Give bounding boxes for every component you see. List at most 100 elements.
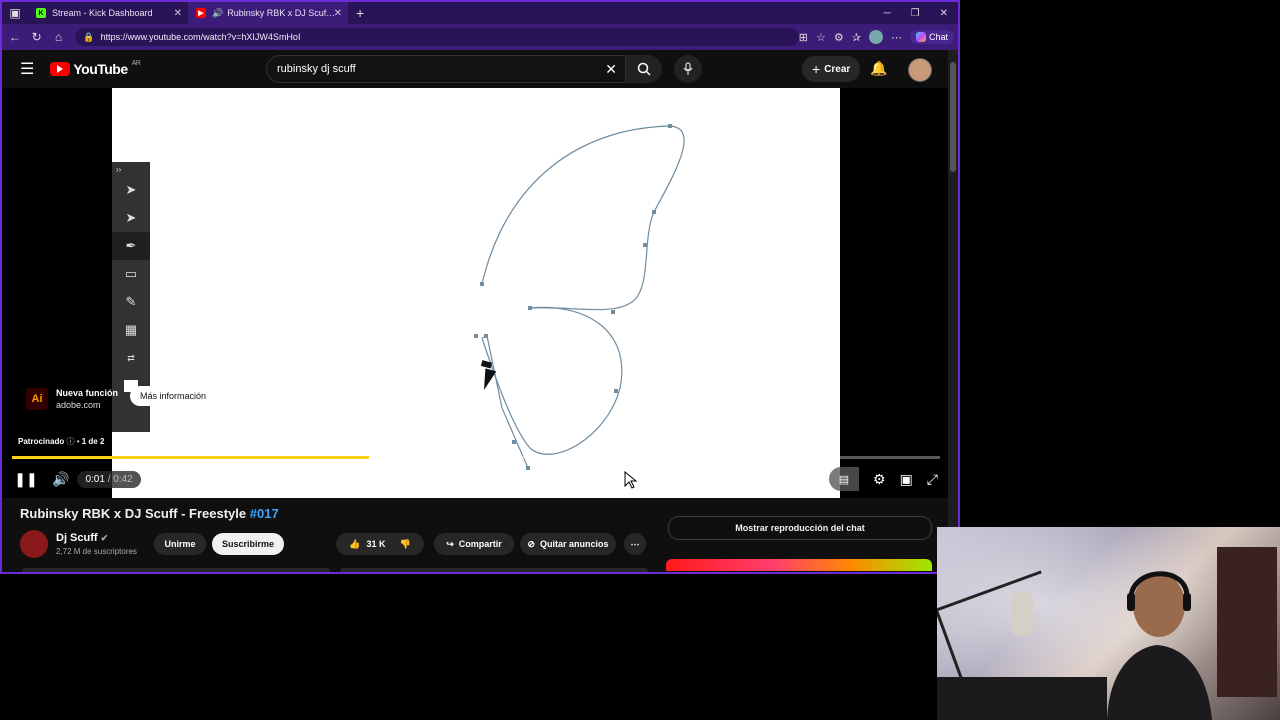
minimize-icon[interactable]: ─ — [884, 8, 891, 19]
webcam-shelf — [1217, 547, 1277, 697]
favorite-star-icon[interactable]: ☆ — [816, 31, 826, 44]
create-button[interactable]: + Crear — [802, 56, 861, 82]
join-button[interactable]: Unirme — [154, 533, 206, 555]
volume-icon[interactable]: 🔊 — [52, 471, 69, 488]
back-icon[interactable]: ← — [4, 30, 26, 44]
clear-search-icon[interactable]: ✕ — [605, 61, 617, 78]
suggestion-card[interactable] — [340, 568, 648, 572]
new-tab-button[interactable]: + — [356, 5, 364, 21]
home-icon[interactable]: ⌂ — [48, 30, 70, 44]
page-scrollbar[interactable] — [948, 50, 958, 570]
show-chat-replay-button[interactable]: Mostrar reproducción del chat — [668, 516, 932, 540]
copilot-icon — [915, 32, 926, 42]
selection-tool-icon: ›› — [116, 164, 122, 174]
site-info-icon[interactable]: 🔒 — [83, 32, 94, 43]
hashtag-link[interactable]: #017 — [250, 506, 279, 521]
webcam-person — [1107, 571, 1212, 720]
ad-title: Nueva función — [56, 388, 119, 398]
close-icon[interactable]: ✕ — [334, 8, 342, 19]
tab-actions-icon[interactable]: ▣ — [2, 6, 28, 20]
progress-bar[interactable] — [12, 456, 940, 459]
search-icon — [637, 62, 651, 76]
ad-info[interactable]: Ai Nueva función adobe.com — [26, 388, 118, 410]
channel-avatar[interactable] — [20, 530, 48, 558]
video-title: Rubinsky RBK x DJ Scuff - Freestyle #017 — [20, 506, 279, 521]
url-text: https://www.youtube.com/watch?v=hXIJW4Sm… — [100, 32, 301, 42]
address-bar-icons: ⊞ ☆ ⚙ ✰ ⋯ Chat — [799, 30, 958, 44]
fullscreen-icon[interactable]: ⤢ — [927, 471, 938, 488]
browser-window: ▣ K Stream - Kick Dashboard ✕ ▶ 🔊 Rubins… — [0, 0, 960, 574]
logo-text: YouTube — [73, 61, 128, 77]
pen-path-drawing — [474, 124, 685, 470]
copilot-chat-button[interactable]: Chat — [909, 30, 954, 44]
like-button[interactable]: 👍 31 K 👎 — [336, 533, 424, 555]
region-code: AR — [131, 59, 141, 67]
verified-icon: ✔ — [100, 533, 109, 543]
settings-gear-icon[interactable]: ⚙ — [873, 471, 886, 488]
close-window-icon[interactable]: ✕ — [940, 8, 948, 19]
youtube-logo[interactable]: YouTube AR — [50, 59, 141, 77]
duration: / 0:42 — [107, 473, 133, 485]
more-actions-icon[interactable]: ⋯ — [624, 533, 646, 555]
url-field[interactable]: 🔒 https://www.youtube.com/watch?v=hXIJW4… — [75, 28, 799, 46]
webcam-desk — [937, 677, 1107, 720]
video-frame[interactable] — [112, 88, 840, 498]
tab-bar: ▣ K Stream - Kick Dashboard ✕ ▶ 🔊 Rubins… — [2, 2, 958, 24]
search-value: rubinsky dj scuff — [277, 63, 356, 75]
current-time: 0:01 — [85, 473, 105, 485]
reload-icon[interactable]: ↻ — [26, 30, 48, 44]
voice-search-button[interactable] — [674, 55, 702, 83]
subtitles-icon[interactable]: ▤ — [829, 467, 859, 491]
selection-arrow-icon: ➤ — [125, 182, 137, 197]
subscribe-button[interactable]: Suscribirme — [212, 533, 284, 555]
video-player[interactable]: ›› ➤ ➤ ✒ ▭ ✎ ▦ ⇄ Ai Nueva función adobe.… — [2, 88, 948, 498]
suggestion-card[interactable] — [22, 568, 330, 572]
promo-banner[interactable] — [666, 559, 932, 571]
youtube-icon: ▶ — [196, 8, 206, 18]
time-display: 0:01 / 0:42 — [77, 470, 141, 488]
share-button[interactable]: ↪ Compartir — [434, 533, 514, 555]
tab-kick[interactable]: K Stream - Kick Dashboard ✕ — [28, 2, 188, 24]
remove-ads-label: Quitar anuncios — [540, 539, 609, 549]
plus-icon: + — [812, 61, 821, 77]
info-icon[interactable]: ⓘ — [66, 437, 74, 446]
avatar[interactable] — [908, 58, 932, 82]
channel-row: Dj Scuff ✔ 2,72 M de suscriptores Unirme… — [20, 530, 660, 558]
microphone-icon — [683, 62, 693, 75]
search-button[interactable] — [626, 55, 662, 83]
restore-icon[interactable]: ❐ — [911, 8, 920, 19]
channel-name-text: Dj Scuff — [56, 532, 98, 544]
notifications-bell-icon[interactable]: 🔔 — [870, 60, 887, 77]
profile-icon[interactable] — [868, 30, 883, 44]
share-label: Compartir — [458, 539, 502, 549]
dislike-icon[interactable]: 👎 — [400, 539, 411, 550]
speaker-icon[interactable]: 🔊 — [212, 8, 223, 19]
kick-icon: K — [36, 8, 46, 18]
thumbs-up-icon: 👍 — [349, 538, 361, 549]
like-count: 31 K — [366, 539, 386, 549]
window-controls: ─ ❐ ✕ — [884, 8, 958, 19]
tab-youtube[interactable]: ▶ 🔊 Rubinsky RBK x DJ Scuff - Fre ✕ — [188, 2, 348, 24]
extensions-icon[interactable]: ⚙ — [834, 31, 844, 44]
theater-mode-icon[interactable]: ▣ — [900, 471, 913, 488]
scrollbar-thumb[interactable] — [950, 62, 956, 172]
adobe-illustrator-icon: Ai — [26, 388, 48, 410]
create-label: Crear — [824, 63, 851, 75]
ad-domain: adobe.com — [56, 400, 101, 410]
more-info-button[interactable]: Más información — [130, 386, 217, 406]
tab-youtube-title: Rubinsky RBK x DJ Scuff - Fre — [227, 8, 337, 18]
menu-icon[interactable]: ☰ — [20, 59, 34, 79]
search-input[interactable]: rubinsky dj scuff ✕ — [266, 55, 626, 83]
close-icon[interactable]: ✕ — [174, 8, 182, 19]
ad-counter: 1 de 2 — [81, 437, 105, 446]
read-aloud-icon[interactable]: ⊞ — [799, 31, 808, 44]
more-icon[interactable]: ⋯ — [891, 31, 902, 44]
gradient-tool-icon: ▦ — [124, 322, 138, 337]
block-icon: ⊘ — [527, 538, 536, 549]
collections-icon[interactable]: ✰ — [852, 31, 861, 44]
remove-ads-button[interactable]: ⊘ Quitar anuncios — [520, 533, 616, 555]
pause-icon[interactable]: ❚❚ — [14, 471, 37, 488]
video-title-text: Rubinsky RBK x DJ Scuff - Freestyle — [20, 506, 247, 521]
channel-name[interactable]: Dj Scuff ✔ — [56, 532, 108, 544]
player-right-controls: ▤ ⚙ ▣ ⤢ — [829, 464, 938, 494]
